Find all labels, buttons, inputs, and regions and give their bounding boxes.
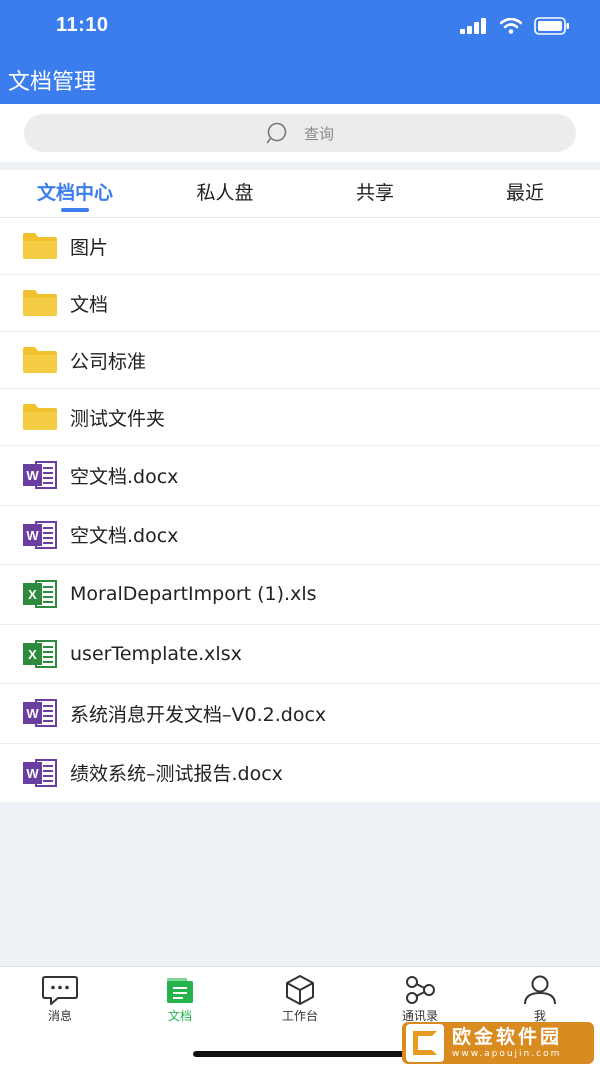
excel-letter: X xyxy=(28,647,37,662)
folder-icon xyxy=(23,290,57,316)
word-doc-icon: W xyxy=(23,699,57,728)
file-name: 空文档.docx xyxy=(70,465,179,488)
excel-sheet-icon: X xyxy=(23,580,57,609)
nav-label: 消息 xyxy=(47,1009,72,1023)
list-item[interactable]: W 空文档.docx xyxy=(0,446,600,506)
watermark-subtitle: www.apoujin.com xyxy=(452,1049,562,1059)
wifi-icon xyxy=(500,18,522,34)
folder-icon xyxy=(23,347,57,373)
word-letter: W xyxy=(26,766,39,781)
status-icons xyxy=(460,16,570,36)
list-item[interactable]: W 系统消息开发文档–V0.2.docx xyxy=(0,684,600,744)
search-input[interactable]: 查询 xyxy=(24,114,576,152)
file-name: 公司标准 xyxy=(70,350,147,373)
word-letter: W xyxy=(26,528,39,543)
person-icon xyxy=(524,975,556,1005)
app-header: 11:10 文档管理 xyxy=(0,0,600,104)
list-item[interactable]: W 绩效系统–测试报告.docx xyxy=(0,744,600,803)
word-doc-icon: W xyxy=(23,758,57,787)
tab-recent[interactable]: 最近 xyxy=(450,170,600,218)
excel-letter: X xyxy=(28,587,37,602)
list-item[interactable]: X userTemplate.xlsx xyxy=(0,625,600,684)
watermark-logo: 欧金软件园 www.apoujin.com xyxy=(402,1022,594,1064)
nav-label: 文档 xyxy=(167,1009,192,1023)
signal-icon xyxy=(460,18,486,34)
document-icon xyxy=(167,978,193,1003)
home-indicator xyxy=(193,1051,407,1057)
tab-private-drive[interactable]: 私人盘 xyxy=(150,170,300,218)
nav-me[interactable]: 我 xyxy=(480,967,600,1027)
file-name: 图片 xyxy=(70,236,109,259)
search-placeholder: 查询 xyxy=(303,124,334,143)
tab-bar: 文档中心 私人盘 共享 最近 xyxy=(0,170,600,218)
file-name: 测试文件夹 xyxy=(70,407,166,430)
nav-label: 工作台 xyxy=(281,1009,318,1023)
file-name: MoralDepartImport (1).xls xyxy=(70,583,317,606)
word-letter: W xyxy=(26,468,39,483)
search-icon xyxy=(266,122,287,144)
nav-contacts[interactable]: 通讯录 xyxy=(360,967,480,1027)
search-area: 查询 xyxy=(0,104,600,162)
message-icon xyxy=(42,976,78,1005)
excel-sheet-icon: X xyxy=(23,639,57,668)
file-name: userTemplate.xlsx xyxy=(70,642,242,665)
word-letter: W xyxy=(26,706,39,721)
list-item[interactable]: X MoralDepartImport (1).xls xyxy=(0,565,600,625)
page-title: 文档管理 xyxy=(8,70,97,95)
file-name: 绩效系统–测试报告.docx xyxy=(70,763,283,786)
nav-messages[interactable]: 消息 xyxy=(0,967,120,1027)
folder-icon xyxy=(23,404,57,430)
cube-icon xyxy=(286,975,314,1005)
list-item[interactable]: 公司标准 xyxy=(0,332,600,389)
file-name: 空文档.docx xyxy=(70,525,179,548)
file-list: 图片 文档 公司标准 测试文件夹 W 空文档.docx W 空文档.docx X… xyxy=(0,218,600,803)
watermark-title: 欧金软件园 xyxy=(452,1026,563,1048)
list-item[interactable]: W 空文档.docx xyxy=(0,506,600,565)
contacts-network-icon xyxy=(406,976,435,1004)
status-bar: 11:10 xyxy=(0,0,600,52)
file-name: 文档 xyxy=(70,293,109,316)
tab-active-indicator xyxy=(61,208,89,212)
folder-icon xyxy=(23,233,57,259)
tab-shared[interactable]: 共享 xyxy=(300,170,450,218)
word-doc-icon: W xyxy=(23,520,57,549)
file-name: 系统消息开发文档–V0.2.docx xyxy=(70,703,327,726)
list-item[interactable]: 文档 xyxy=(0,275,600,332)
watermark-logo-icon xyxy=(406,1024,444,1062)
battery-icon xyxy=(534,17,569,35)
watermark-text: 欧金软件园 www.apoujin.com xyxy=(452,1026,562,1060)
list-item[interactable]: 图片 xyxy=(0,218,600,275)
nav-workbench[interactable]: 工作台 xyxy=(240,967,360,1027)
nav-documents[interactable]: 文档 xyxy=(120,967,240,1027)
word-doc-icon: W xyxy=(23,461,57,490)
list-item[interactable]: 测试文件夹 xyxy=(0,389,600,446)
status-time: 11:10 xyxy=(56,14,109,36)
